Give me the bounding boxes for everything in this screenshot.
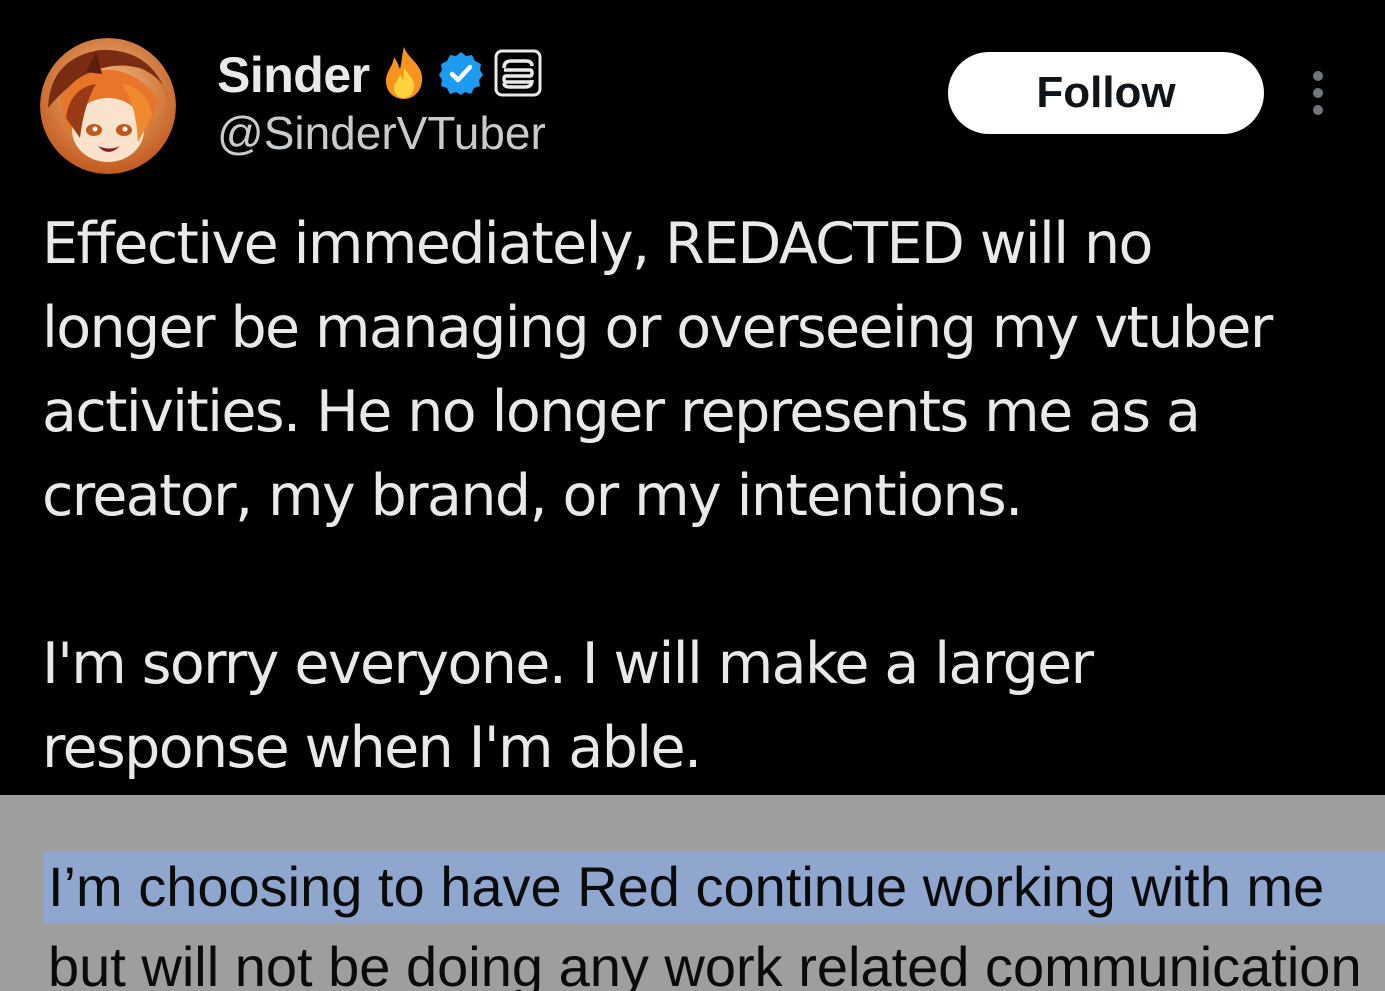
tweet-card: Sinder @SinderVTuber Follow Effective im… — [0, 0, 1385, 795]
affiliate-badge-icon[interactable] — [494, 49, 542, 102]
user-handle[interactable]: @SinderVTuber — [217, 110, 546, 156]
fire-emoji-icon — [380, 45, 428, 106]
document-excerpt: I’m choosing to have Red continue workin… — [0, 795, 1385, 991]
display-name-row: Sinder — [217, 42, 542, 108]
more-options-icon[interactable] — [1305, 70, 1331, 116]
tweet-text-line: longer be managing or overseeing my vtub… — [42, 295, 1273, 361]
tweet-text-line: response when I'm able. — [42, 715, 702, 781]
tweet-text-line: I'm sorry everyone. I will make a larger — [42, 631, 1094, 697]
verified-badge-icon[interactable] — [438, 50, 484, 101]
screenshot: Sinder @SinderVTuber Follow Effective im… — [0, 0, 1385, 991]
follow-button[interactable]: Follow — [948, 52, 1264, 134]
tweet-text-line: creator, my brand, or my intentions. — [42, 463, 1023, 529]
display-name[interactable]: Sinder — [217, 50, 370, 100]
tweet-body: Effective immediately, REDACTED will no … — [42, 202, 1372, 790]
tweet-text-line: activities. He no longer represents me a… — [42, 379, 1201, 445]
document-line[interactable]: but will not be doing any work related c… — [48, 939, 1362, 991]
document-line-selected[interactable]: I’m choosing to have Red continue workin… — [48, 859, 1324, 915]
avatar[interactable] — [40, 38, 176, 174]
tweet-text-line: Effective immediately, REDACTED will no — [42, 211, 1153, 277]
